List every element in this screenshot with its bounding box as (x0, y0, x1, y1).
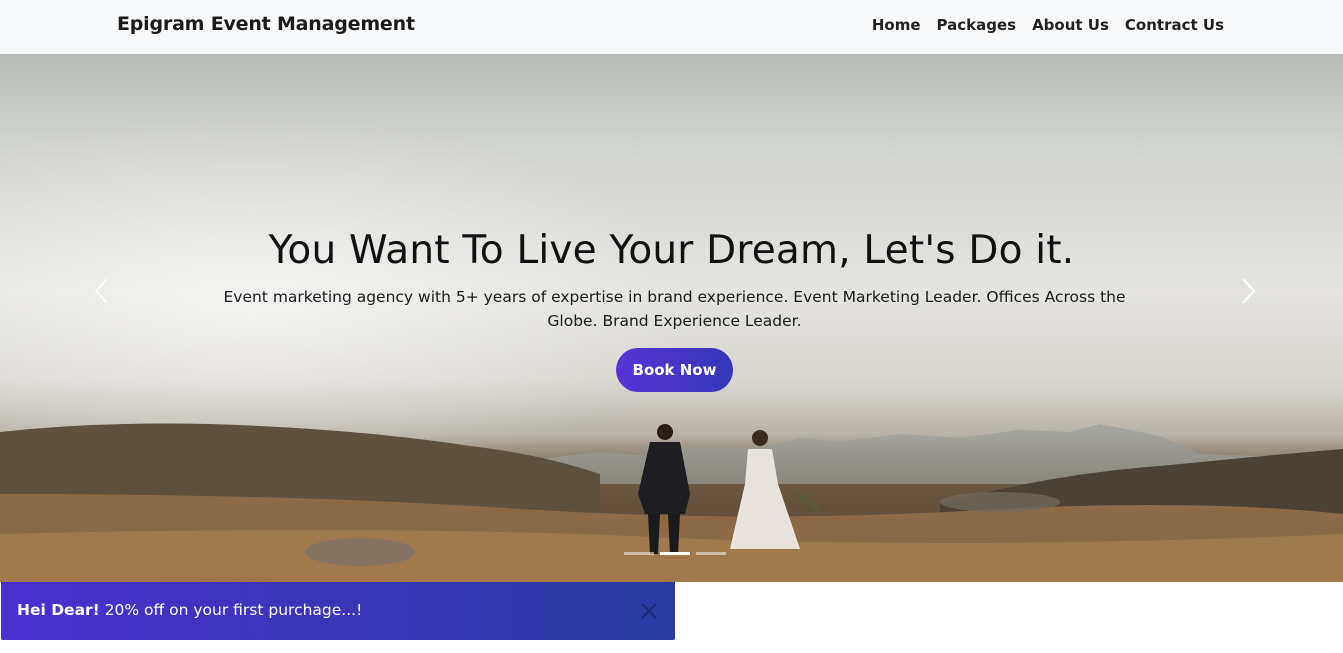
carousel-indicator-2[interactable] (660, 552, 690, 555)
close-icon (641, 603, 657, 619)
hero-carousel: You Want To Live Your Dream, Let's Do it… (0, 54, 1343, 582)
carousel-indicators (624, 552, 726, 555)
chevron-left-icon (94, 278, 108, 304)
carousel-prev-button[interactable] (88, 276, 118, 306)
chevron-right-icon (1242, 278, 1256, 304)
hero-title: You Want To Live Your Dream, Let's Do it… (268, 228, 1075, 273)
nav-home[interactable]: Home (872, 16, 921, 34)
promo-offer-text: 20% off on your first purchage...! (99, 601, 363, 619)
navbar: Epigram Event Management Home Packages A… (0, 0, 1343, 54)
nav-links: Home Packages About Us Contract Us (872, 16, 1224, 34)
brand-link[interactable]: Epigram Event Management (117, 13, 415, 35)
nav-contract-us[interactable]: Contract Us (1125, 16, 1224, 34)
promo-close-button[interactable] (638, 600, 660, 622)
carousel-indicator-1[interactable] (624, 552, 654, 555)
promo-greeting: Hei Dear! (17, 601, 100, 619)
carousel-next-button[interactable] (1233, 276, 1263, 306)
carousel-indicator-3[interactable] (696, 552, 726, 555)
hero-subtitle: Event marketing agency with 5+ years of … (223, 288, 1126, 330)
nav-about-us[interactable]: About Us (1032, 16, 1109, 34)
promo-message: Hei Dear! 20% off on your first purchage… (17, 601, 362, 619)
promo-banner: Hei Dear! 20% off on your first purchage… (1, 582, 675, 640)
book-now-button[interactable]: Book Now (616, 348, 733, 392)
nav-packages[interactable]: Packages (937, 16, 1017, 34)
